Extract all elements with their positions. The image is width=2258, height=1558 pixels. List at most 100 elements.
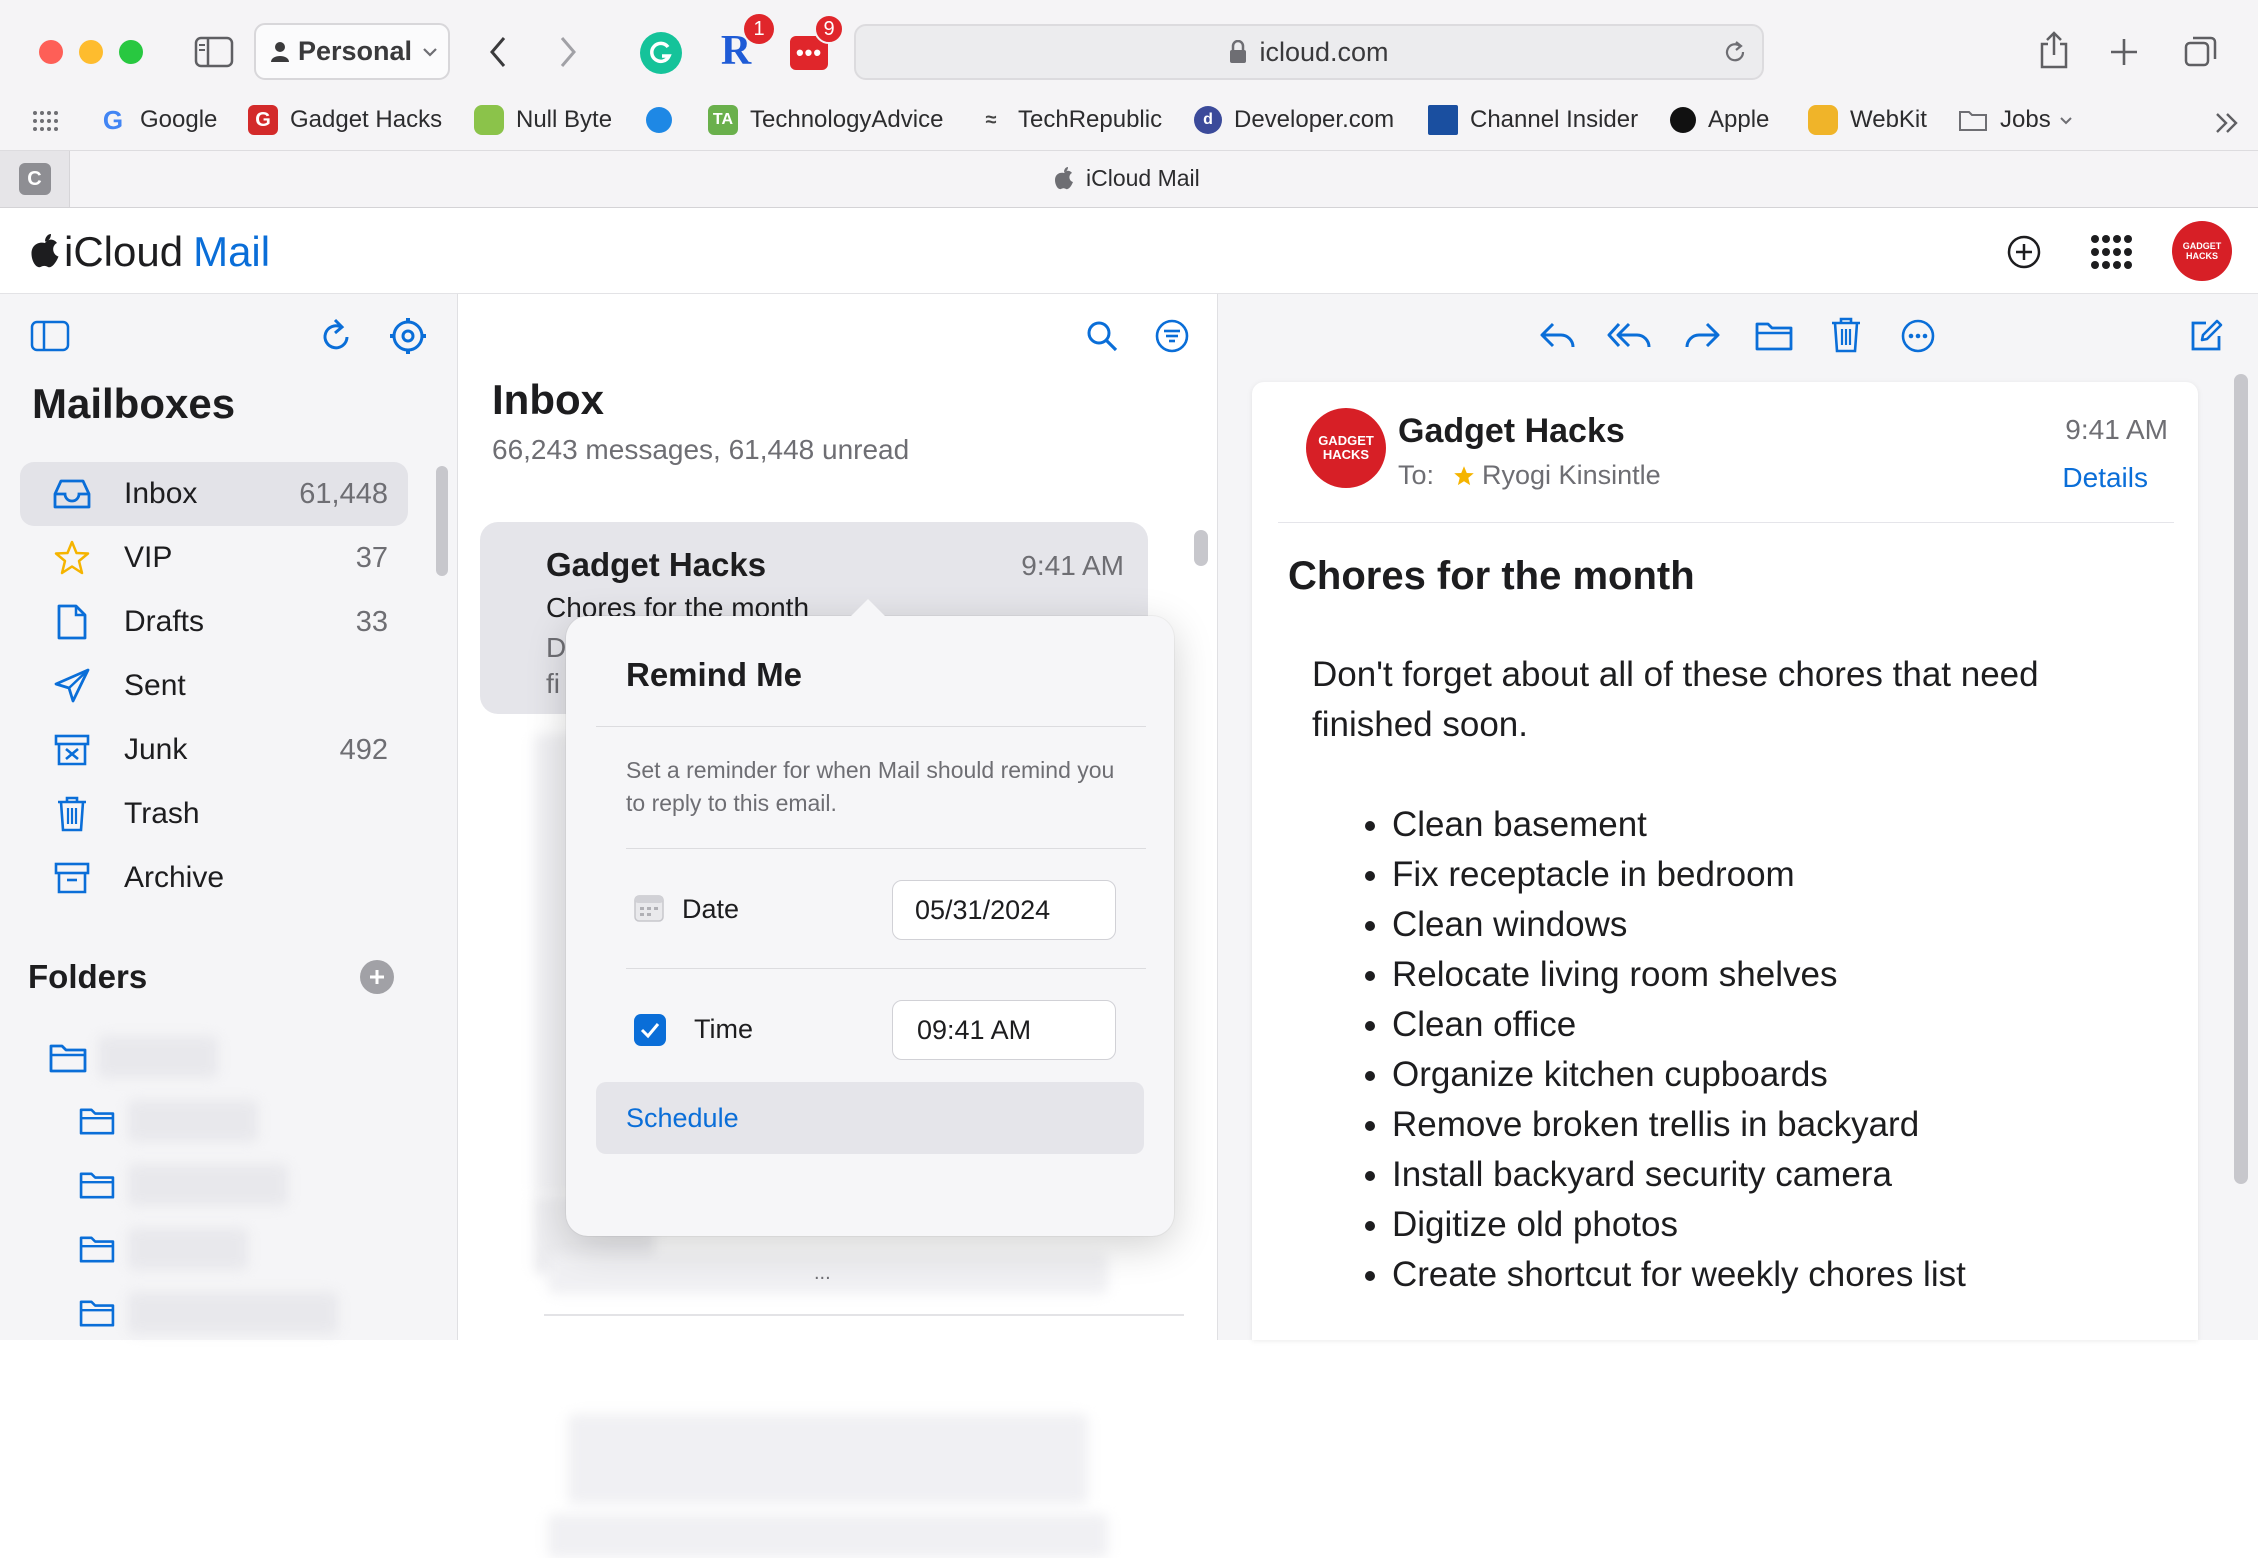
channel-insider-icon xyxy=(1428,105,1458,135)
brand-icloud: iCloud xyxy=(64,228,184,275)
share-icon[interactable] xyxy=(2034,28,2074,72)
folder-icon[interactable] xyxy=(78,1298,116,1333)
active-tab[interactable]: iCloud Mail xyxy=(1054,165,1200,192)
chore-item: Create shortcut for weekly chores list xyxy=(1392,1250,2152,1300)
folder-icon[interactable] xyxy=(78,1170,116,1205)
r-extension-icon[interactable]: R 1 xyxy=(714,14,774,74)
divider xyxy=(596,726,1146,727)
google-icon: G xyxy=(102,104,124,135)
chore-item: Clean office xyxy=(1392,1000,2152,1050)
bookmark-developer[interactable]: d Developer.com xyxy=(1194,103,1394,137)
inbox-title: Inbox xyxy=(492,376,604,423)
compose-icon[interactable] xyxy=(2186,316,2226,356)
drafts-icon xyxy=(46,603,98,641)
grammarly-extension-icon[interactable] xyxy=(640,32,682,74)
mailbox-archive[interactable]: Archive xyxy=(20,846,408,910)
bookmark-null-byte[interactable]: Null Byte xyxy=(474,103,612,137)
blurred-message-rows xyxy=(568,1414,1088,1504)
bookmark-channel-insider[interactable]: Channel Insider xyxy=(1428,103,1638,137)
trash-icon xyxy=(46,795,98,833)
folder-icon[interactable] xyxy=(48,1042,88,1079)
zoom-window-button[interactable] xyxy=(119,40,143,64)
date-input[interactable]: 05/31/2024 xyxy=(892,880,1116,940)
refresh-icon[interactable] xyxy=(316,314,356,358)
app-launcher-icon[interactable] xyxy=(2088,232,2134,272)
reply-icon[interactable] xyxy=(1536,316,1580,356)
list-scrollbar[interactable] xyxy=(1194,530,1208,566)
mailbox-label: Trash xyxy=(124,797,200,830)
schedule-button[interactable]: Schedule xyxy=(596,1082,1144,1154)
chore-item: Fix receptacle in bedroom xyxy=(1392,850,2152,900)
apps-grid-icon[interactable] xyxy=(30,108,60,134)
message-time: 9:41 AM xyxy=(1021,550,1124,581)
mailbox-inbox[interactable]: Inbox 61,448 xyxy=(20,462,408,526)
add-circle-icon[interactable] xyxy=(2004,232,2044,272)
more-actions-icon[interactable] xyxy=(1898,316,1938,356)
active-tab-title: iCloud Mail xyxy=(1086,165,1200,191)
forward-icon[interactable] xyxy=(552,32,584,72)
folders-title: Folders xyxy=(28,958,148,995)
add-folder-icon[interactable] xyxy=(360,960,394,994)
trash-icon[interactable] xyxy=(1826,314,1866,356)
move-to-folder-icon[interactable] xyxy=(1752,316,1796,356)
bookmark-apple[interactable]: Apple xyxy=(1670,103,1769,137)
bookmark-webkit[interactable]: WebKit xyxy=(1808,103,1927,137)
mailbox-sent[interactable]: Sent xyxy=(20,654,408,718)
chore-item: Digitize old photos xyxy=(1392,1200,2152,1250)
sidebar-toggle-icon[interactable] xyxy=(192,34,236,70)
reader-scrollbar[interactable] xyxy=(2234,374,2248,1184)
star-icon xyxy=(46,540,98,576)
new-tab-icon[interactable] xyxy=(2104,32,2144,72)
sidebar-scrollbar[interactable] xyxy=(436,466,448,576)
reload-icon[interactable] xyxy=(1722,39,1748,65)
close-window-button[interactable] xyxy=(39,40,63,64)
tab-bar: C iCloud Mail xyxy=(0,150,2258,208)
mailbox-vip[interactable]: VIP 37 xyxy=(20,526,408,590)
sidebar-toggle-icon[interactable] xyxy=(28,318,72,354)
more-ellipsis: ... xyxy=(814,1262,831,1284)
search-icon[interactable] xyxy=(1082,316,1122,356)
chevron-down-icon xyxy=(2059,116,2072,124)
bookmark-google[interactable]: G Google xyxy=(98,103,218,137)
back-icon[interactable] xyxy=(482,32,514,72)
details-link[interactable]: Details xyxy=(2062,462,2148,494)
settings-gear-icon[interactable] xyxy=(386,314,430,358)
tab-overview-icon[interactable] xyxy=(2180,30,2222,72)
mailbox-count: 492 xyxy=(339,733,388,766)
webkit-icon xyxy=(1808,105,1838,135)
time-checkbox[interactable] xyxy=(634,1014,666,1046)
folder-icon[interactable] xyxy=(78,1106,116,1141)
reply-all-icon[interactable] xyxy=(1606,316,1654,356)
bookmark-jobs-folder[interactable]: Jobs xyxy=(1958,103,2073,137)
mailbox-count: 37 xyxy=(355,541,388,574)
address-bar[interactable]: icloud.com xyxy=(854,24,1764,80)
mailbox-drafts[interactable]: Drafts 33 xyxy=(20,590,408,654)
bookmark-gadget-hacks[interactable]: G Gadget Hacks xyxy=(248,103,442,137)
bookmark-technologyadvice[interactable]: TA TechnologyAdvice xyxy=(708,103,943,137)
technologyadvice-icon: TA xyxy=(708,105,738,135)
more-bookmarks-icon[interactable] xyxy=(2210,108,2244,138)
bookmark-techrepublic[interactable]: ≈ TechRepublic xyxy=(976,103,1163,137)
minimize-window-button[interactable] xyxy=(79,40,103,64)
message-sender: Gadget Hacks xyxy=(546,546,767,583)
mailbox-count: 33 xyxy=(355,605,388,638)
icloud-mail-logo[interactable]: iCloud Mail xyxy=(30,228,270,276)
red-extension-icon[interactable]: ••• 9 xyxy=(790,14,844,70)
mailbox-trash[interactable]: Trash xyxy=(20,782,408,846)
bookmark-globe[interactable] xyxy=(646,103,684,137)
filter-icon[interactable] xyxy=(1152,316,1192,356)
blurred-folder-name xyxy=(98,1036,218,1078)
blurred-folder-name xyxy=(128,1228,248,1270)
blurred-folder-name xyxy=(128,1100,258,1142)
account-avatar[interactable]: GADGET HACKS xyxy=(2172,221,2232,281)
pinned-tab[interactable]: C xyxy=(0,151,70,207)
chore-item: Clean windows xyxy=(1392,900,2152,950)
time-input[interactable]: 09:41 AM xyxy=(892,1000,1116,1060)
popover-title: Remind Me xyxy=(626,656,803,693)
recipient-name[interactable]: Ryogi Kinsintle xyxy=(1482,460,1661,491)
forward-icon[interactable] xyxy=(1680,316,1724,356)
message-preview-line1: D xyxy=(546,632,567,663)
profile-selector[interactable]: Personal xyxy=(254,23,450,80)
folder-icon[interactable] xyxy=(78,1234,116,1269)
mailbox-junk[interactable]: Junk 492 xyxy=(20,718,408,782)
